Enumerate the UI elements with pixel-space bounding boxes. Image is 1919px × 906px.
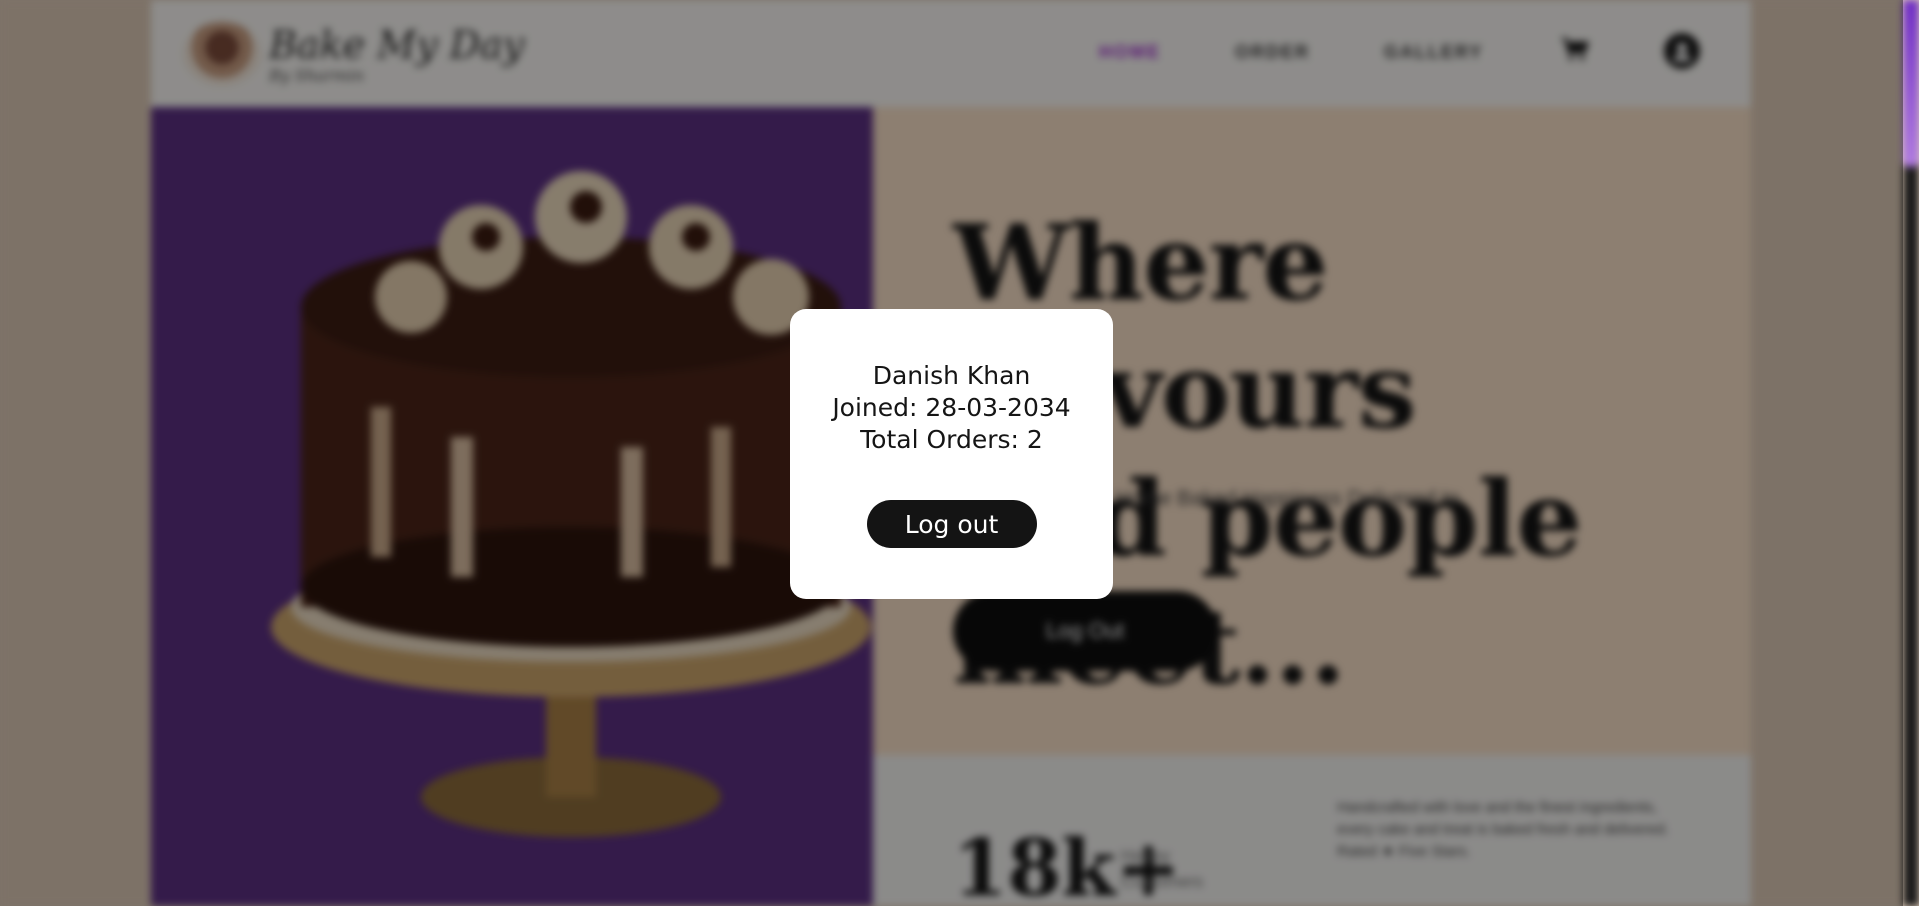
scrollbar-thumb[interactable]: [1903, 0, 1919, 167]
profile-total-orders: Total Orders: 2: [860, 425, 1043, 454]
profile-name: Danish Khan: [872, 361, 1031, 390]
profile-joined-date: Joined: 28-03-2034: [832, 393, 1071, 422]
logout-button[interactable]: Log out: [866, 500, 1037, 548]
profile-modal: Danish Khan Joined: 28-03-2034 Total Ord…: [790, 309, 1113, 599]
